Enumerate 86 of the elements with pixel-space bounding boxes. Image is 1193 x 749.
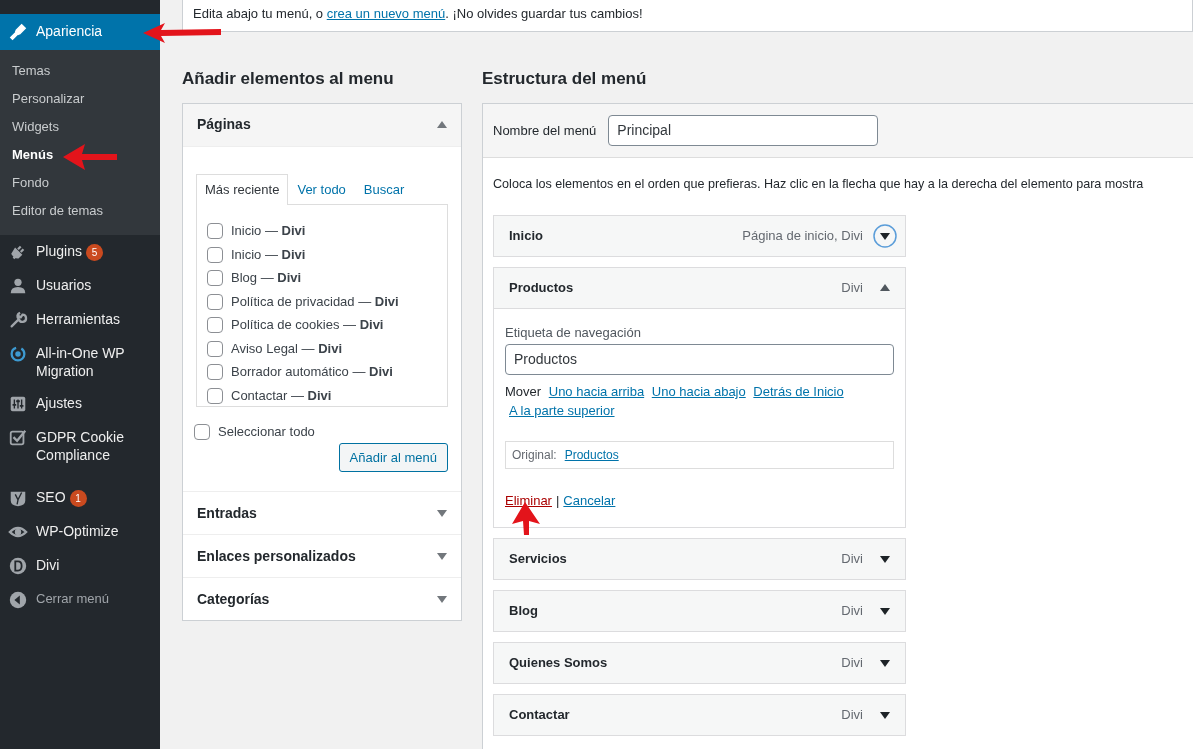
expand-caret-icon[interactable]	[873, 223, 897, 248]
add-to-menu-button[interactable]: Añadir al menú	[338, 442, 448, 473]
sliders-icon	[8, 394, 28, 414]
annotation-arrow	[63, 143, 118, 171]
checkbox[interactable]	[207, 293, 223, 310]
checkbox[interactable]	[207, 340, 223, 357]
letter-circle-icon	[8, 556, 28, 576]
submenu-item[interactable]: Fondo	[0, 169, 160, 197]
checkbox[interactable]	[207, 270, 223, 287]
submenu-item[interactable]: Editor de temas	[0, 197, 160, 225]
checkbox[interactable]	[207, 223, 223, 240]
delete-link[interactable]: Eliminar	[505, 493, 552, 509]
tab[interactable]: Más reciente	[196, 173, 289, 206]
checkbox[interactable]	[207, 387, 223, 404]
section-title[interactable]: Páginas	[197, 114, 251, 136]
section-title[interactable]: Enlaces personalizados	[197, 545, 356, 567]
checkbox-label: Política de cookies — Divi	[231, 316, 384, 335]
sidebar-item[interactable]: Ajustes	[0, 387, 160, 421]
item-type-text: Divi	[841, 550, 863, 569]
collapse-icon	[8, 590, 28, 610]
original-link[interactable]: Productos	[564, 448, 619, 463]
item-type-text: Divi	[841, 706, 863, 725]
move-link[interactable]: Uno hacia arriba	[548, 384, 645, 400]
submenu-item[interactable]: Widgets	[0, 113, 160, 141]
submenu-item[interactable]: Temas	[0, 57, 160, 85]
sidebar-item[interactable]: GDPR Cookie Compliance	[0, 421, 160, 471]
checkbox-label: Inicio — Divi	[231, 222, 306, 241]
move-label: Mover	[505, 384, 542, 400]
checkbox-label: Aviso Legal — Divi	[231, 339, 343, 358]
menu-item-title[interactable]: Inicio	[509, 226, 733, 246]
sidebar-item[interactable]: Plugins 5	[0, 235, 160, 269]
instructions-text: Coloca los elementos en el orden que prefieras. Haz clic en la flecha que hay a la derecha del elemento para mostra	[493, 175, 1145, 193]
submenu-item[interactable]: Menús	[0, 141, 160, 169]
tab[interactable]: Ver todo	[288, 173, 355, 205]
sidebar-item[interactable]: WP-Optimize	[0, 515, 160, 549]
checkbox[interactable]	[207, 364, 223, 381]
person-icon	[8, 276, 28, 296]
sidebar-item[interactable]: Divi	[0, 549, 160, 583]
item-type-text: Divi	[841, 602, 863, 621]
item-type-text: Divi	[841, 654, 863, 673]
checkbox-label: Borrador automático — Divi	[231, 363, 393, 382]
checkbox-label: Seleccionar todo	[218, 423, 315, 442]
menu-item-title[interactable]: Contactar	[509, 705, 832, 725]
section-heading: Añadir elementos al menu	[182, 68, 395, 89]
count-badge: 5	[85, 244, 103, 261]
move-link[interactable]: A la parte superior	[509, 403, 615, 419]
notice-text: Edita abajo tu menú, o crea un nuevo menú. ¡No olvides guardar tus cambios!	[182, 0, 1193, 32]
circular-arrows-icon	[8, 344, 28, 364]
sidebar-item[interactable]: Cerrar menú	[0, 583, 160, 617]
sidebar-item[interactable]: Apariencia	[0, 14, 160, 50]
sidebar-item[interactable]: Usuarios	[0, 269, 160, 303]
move-link[interactable]: Uno hacia abajo	[651, 384, 746, 400]
section-title[interactable]: Entradas	[197, 502, 257, 524]
cancel-link[interactable]: Cancelar	[563, 493, 616, 509]
submenu-item[interactable]: Personalizar	[0, 85, 160, 113]
field-label: Nombre del menú	[493, 121, 597, 140]
brush-icon	[8, 22, 28, 42]
wrench-icon	[8, 310, 28, 330]
item-type-text: Página de inicio, Divi	[742, 227, 863, 246]
collapse-caret-icon[interactable]	[437, 121, 447, 129]
checkbox-label: Inicio — Divi	[231, 245, 306, 264]
menu-item-title[interactable]: Productos	[509, 278, 832, 298]
checkbox-label: Blog — Divi	[231, 269, 302, 288]
field-label: Etiqueta de navegación	[505, 323, 642, 342]
sidebar-item[interactable]: SEO 1	[0, 481, 160, 515]
checkbox-label: Contactar — Divi	[231, 386, 332, 405]
count-badge: 1	[69, 490, 87, 507]
checkbox[interactable]	[207, 317, 223, 334]
menu-item-title[interactable]: Blog	[509, 601, 832, 621]
navigation-label-field[interactable]: Productos	[505, 344, 894, 376]
checkbox[interactable]	[194, 424, 210, 441]
tab[interactable]: Buscar	[354, 173, 414, 205]
menu-name-field[interactable]: Principal	[608, 114, 879, 146]
original-label: Original:	[512, 448, 557, 463]
item-type-text: Divi	[841, 279, 863, 298]
sidebar-item[interactable]: All-in-One WP Migration	[0, 337, 160, 387]
sidebar-item[interactable]: Herramientas	[0, 303, 160, 337]
separator-text: |	[555, 493, 560, 509]
checkbox-icon	[8, 428, 28, 448]
section-title[interactable]: Categorías	[197, 588, 270, 610]
checkbox[interactable]	[207, 246, 223, 263]
menu-item-title[interactable]: Quienes Somos	[509, 653, 832, 673]
move-link[interactable]: Detrás de Inicio	[753, 384, 844, 400]
menu-item-title[interactable]: Servicios	[509, 549, 832, 569]
section-heading: Estructura del menú	[482, 68, 648, 89]
checkbox-label: Política de privacidad — Divi	[231, 292, 399, 311]
